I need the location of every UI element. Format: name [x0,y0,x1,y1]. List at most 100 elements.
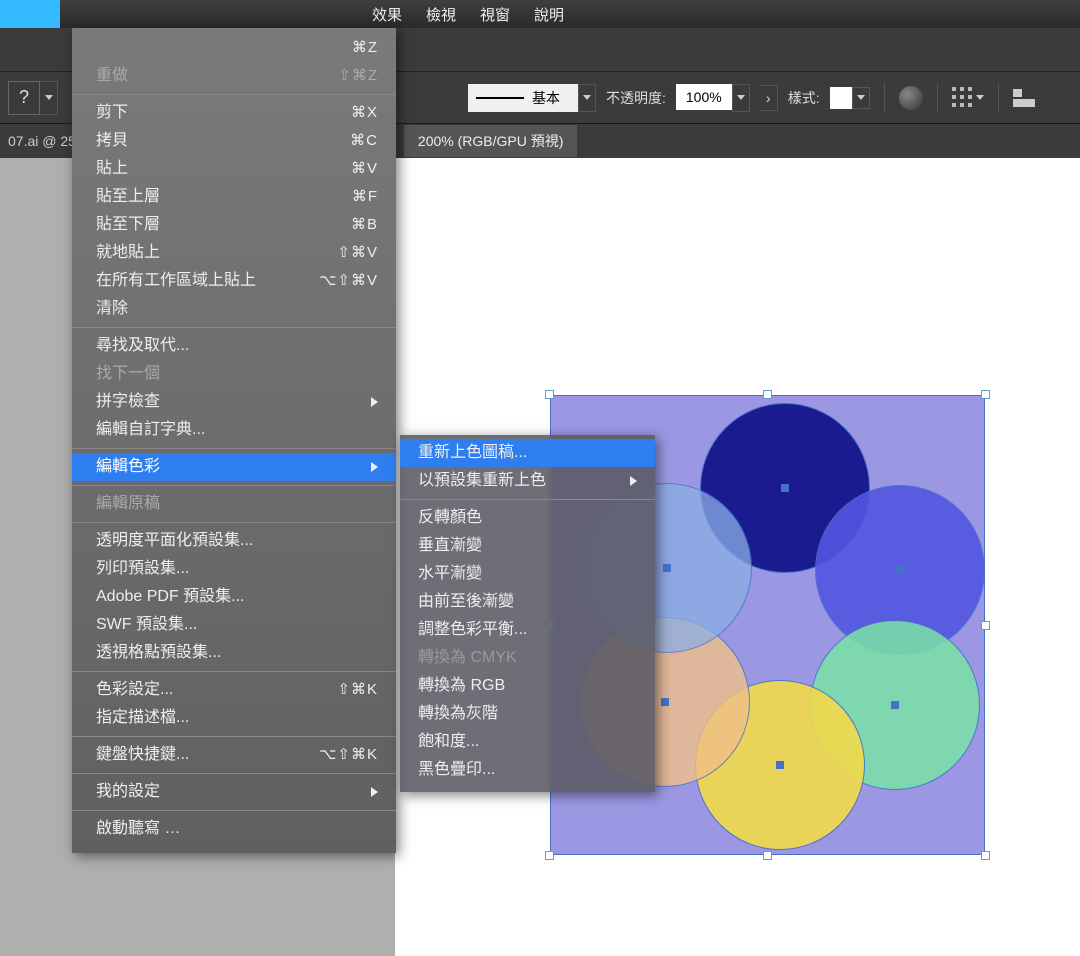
anchor-point[interactable] [891,701,899,709]
menu-item[interactable]: 黑色疊印... [400,756,655,784]
menu-item[interactable]: 垂直漸變 [400,532,655,560]
menu-shortcut: ⌥⇧⌘V [319,270,378,292]
menu-item[interactable]: 轉換為灰階 [400,700,655,728]
menu-item[interactable]: 就地貼上⇧⌘V [72,239,396,267]
menu-help[interactable]: 說明 [522,0,576,28]
separator [937,83,938,113]
menu-item[interactable]: 以預設集重新上色 [400,467,655,495]
opacity-dropdown[interactable] [732,84,750,112]
menu-shortcut: ⌘B [351,214,378,236]
sel-handle[interactable] [981,390,990,399]
menu-shortcut: ⇧⌘K [337,679,378,701]
menu-effects[interactable]: 效果 [360,0,414,28]
menu-item-label: 拼字檢查 [96,391,160,413]
menu-item-label: 剪下 [96,102,128,124]
submenu-arrow-icon [371,787,378,797]
menu-item[interactable]: 我的設定 [72,778,396,806]
menu-item[interactable]: ⌘Z [72,34,396,62]
menu-item[interactable]: SWF 預設集... [72,611,396,639]
menu-item[interactable]: 拷貝 ⌘C [72,127,396,155]
sel-handle[interactable] [545,390,554,399]
align-grid-icon[interactable] [952,87,974,109]
menu-item[interactable]: 鍵盤快捷鍵...⌥⇧⌘K [72,741,396,769]
doc-tab[interactable]: 200% (RGB/GPU 預視) [404,125,577,157]
menu-item[interactable]: 調整色彩平衡... [400,616,655,644]
anchor-point[interactable] [776,761,784,769]
menu-window[interactable]: 視窗 [468,0,522,28]
menu-item-label: 反轉顏色 [418,507,482,529]
menu-item-label: 調整色彩平衡... [418,619,527,641]
edit-menu: ⌘Z重做⇧⌘Z剪下⌘X拷貝⌘C貼上⌘V貼至上層⌘F貼至下層⌘B就地貼上⇧⌘V在所… [72,28,396,853]
sel-handle[interactable] [763,390,772,399]
help-icon[interactable]: ? [8,81,40,115]
menu-item-label: 以預設集重新上色 [418,470,546,492]
menu-item[interactable]: 貼上 ⌘V [72,155,396,183]
menu-item[interactable]: 剪下 ⌘X [72,99,396,127]
opacity-label: 不透明度: [606,88,666,108]
menu-item-label: 在所有工作區域上貼上 [96,270,256,292]
menu-item-label: 尋找及取代... [96,335,189,357]
recolor-icon[interactable] [899,86,923,110]
menu-shortcut: ⌘Z [352,37,378,59]
menu-item-label: 列印預設集... [96,558,189,580]
menu-item[interactable]: 重新上色圖稿... [400,439,655,467]
menu-item[interactable]: 清除 [72,295,396,323]
menu-item[interactable]: Adobe PDF 預設集... [72,583,396,611]
menu-item-label: 拷貝 [96,130,128,152]
menu-shortcut: ⌘V [351,158,378,180]
sel-handle[interactable] [981,621,990,630]
help-dropdown[interactable] [40,81,58,115]
menu-item-label: 垂直漸變 [418,535,482,557]
chevron-down-icon[interactable] [976,95,984,100]
menu-item[interactable]: 由前至後漸變 [400,588,655,616]
opacity-input[interactable]: 100% [676,84,732,110]
separator [998,83,999,113]
menu-item[interactable]: 貼至下層 ⌘B [72,211,396,239]
menu-shortcut: ⌘C [350,130,378,152]
menu-item[interactable]: 拼字檢查 [72,388,396,416]
menu-item[interactable]: 透視格點預設集... [72,639,396,667]
menu-item-label: 轉換為 RGB [418,675,505,697]
menu-shortcut: ⌘X [351,102,378,124]
anchor-point[interactable] [896,566,904,574]
menu-item[interactable]: 飽和度... [400,728,655,756]
sel-handle[interactable] [763,851,772,860]
menu-item[interactable]: 在所有工作區域上貼上 ⌥⇧⌘V [72,267,396,295]
menu-item-label: 貼至下層 [96,214,160,236]
menu-item[interactable]: 色彩設定...⇧⌘K [72,676,396,704]
menu-item-label: 貼上 [96,158,128,180]
menu-item[interactable]: 指定描述檔... [72,704,396,732]
menu-item-label: 找下一個 [96,363,160,385]
menu-item[interactable]: 尋找及取代... [72,332,396,360]
menu-item[interactable]: 啟動聽寫 … [72,815,396,843]
menu-item[interactable]: 貼至上層⌘F [72,183,396,211]
stroke-dropdown[interactable] [578,84,596,112]
menu-item[interactable]: 轉換為 RGB [400,672,655,700]
sel-handle[interactable] [981,851,990,860]
align-panel-icon[interactable] [1013,89,1035,107]
menu-item[interactable]: 反轉顏色 [400,504,655,532]
sel-handle[interactable] [545,851,554,860]
opacity-arrow-icon[interactable]: › [760,85,778,111]
menu-item-label: 就地貼上 [96,242,160,264]
menu-view[interactable]: 檢視 [414,0,468,28]
menu-item-label: 轉換為 CMYK [418,647,517,669]
menu-item[interactable]: 編輯自訂字典... [72,416,396,444]
menu-item-label: 黑色疊印... [418,759,495,781]
menu-item[interactable]: 水平漸變 [400,560,655,588]
menu-item[interactable]: 透明度平面化預設集... [72,527,396,555]
menu-item-label: 指定描述檔... [96,707,189,729]
menu-item[interactable]: 列印預設集... [72,555,396,583]
menu-item-label: 重新上色圖稿... [418,442,527,464]
stroke-style[interactable]: 基本 [468,84,578,112]
menu-edit[interactable] [0,0,60,28]
submenu-arrow-icon [371,462,378,472]
style-dropdown[interactable] [852,87,870,109]
anchor-point[interactable] [663,564,671,572]
menu-item[interactable]: 編輯色彩 [72,453,396,481]
stroke-line-icon [476,97,524,99]
style-label: 樣式: [788,88,820,108]
style-swatch[interactable] [830,87,852,109]
anchor-point[interactable] [661,698,669,706]
anchor-point[interactable] [781,484,789,492]
